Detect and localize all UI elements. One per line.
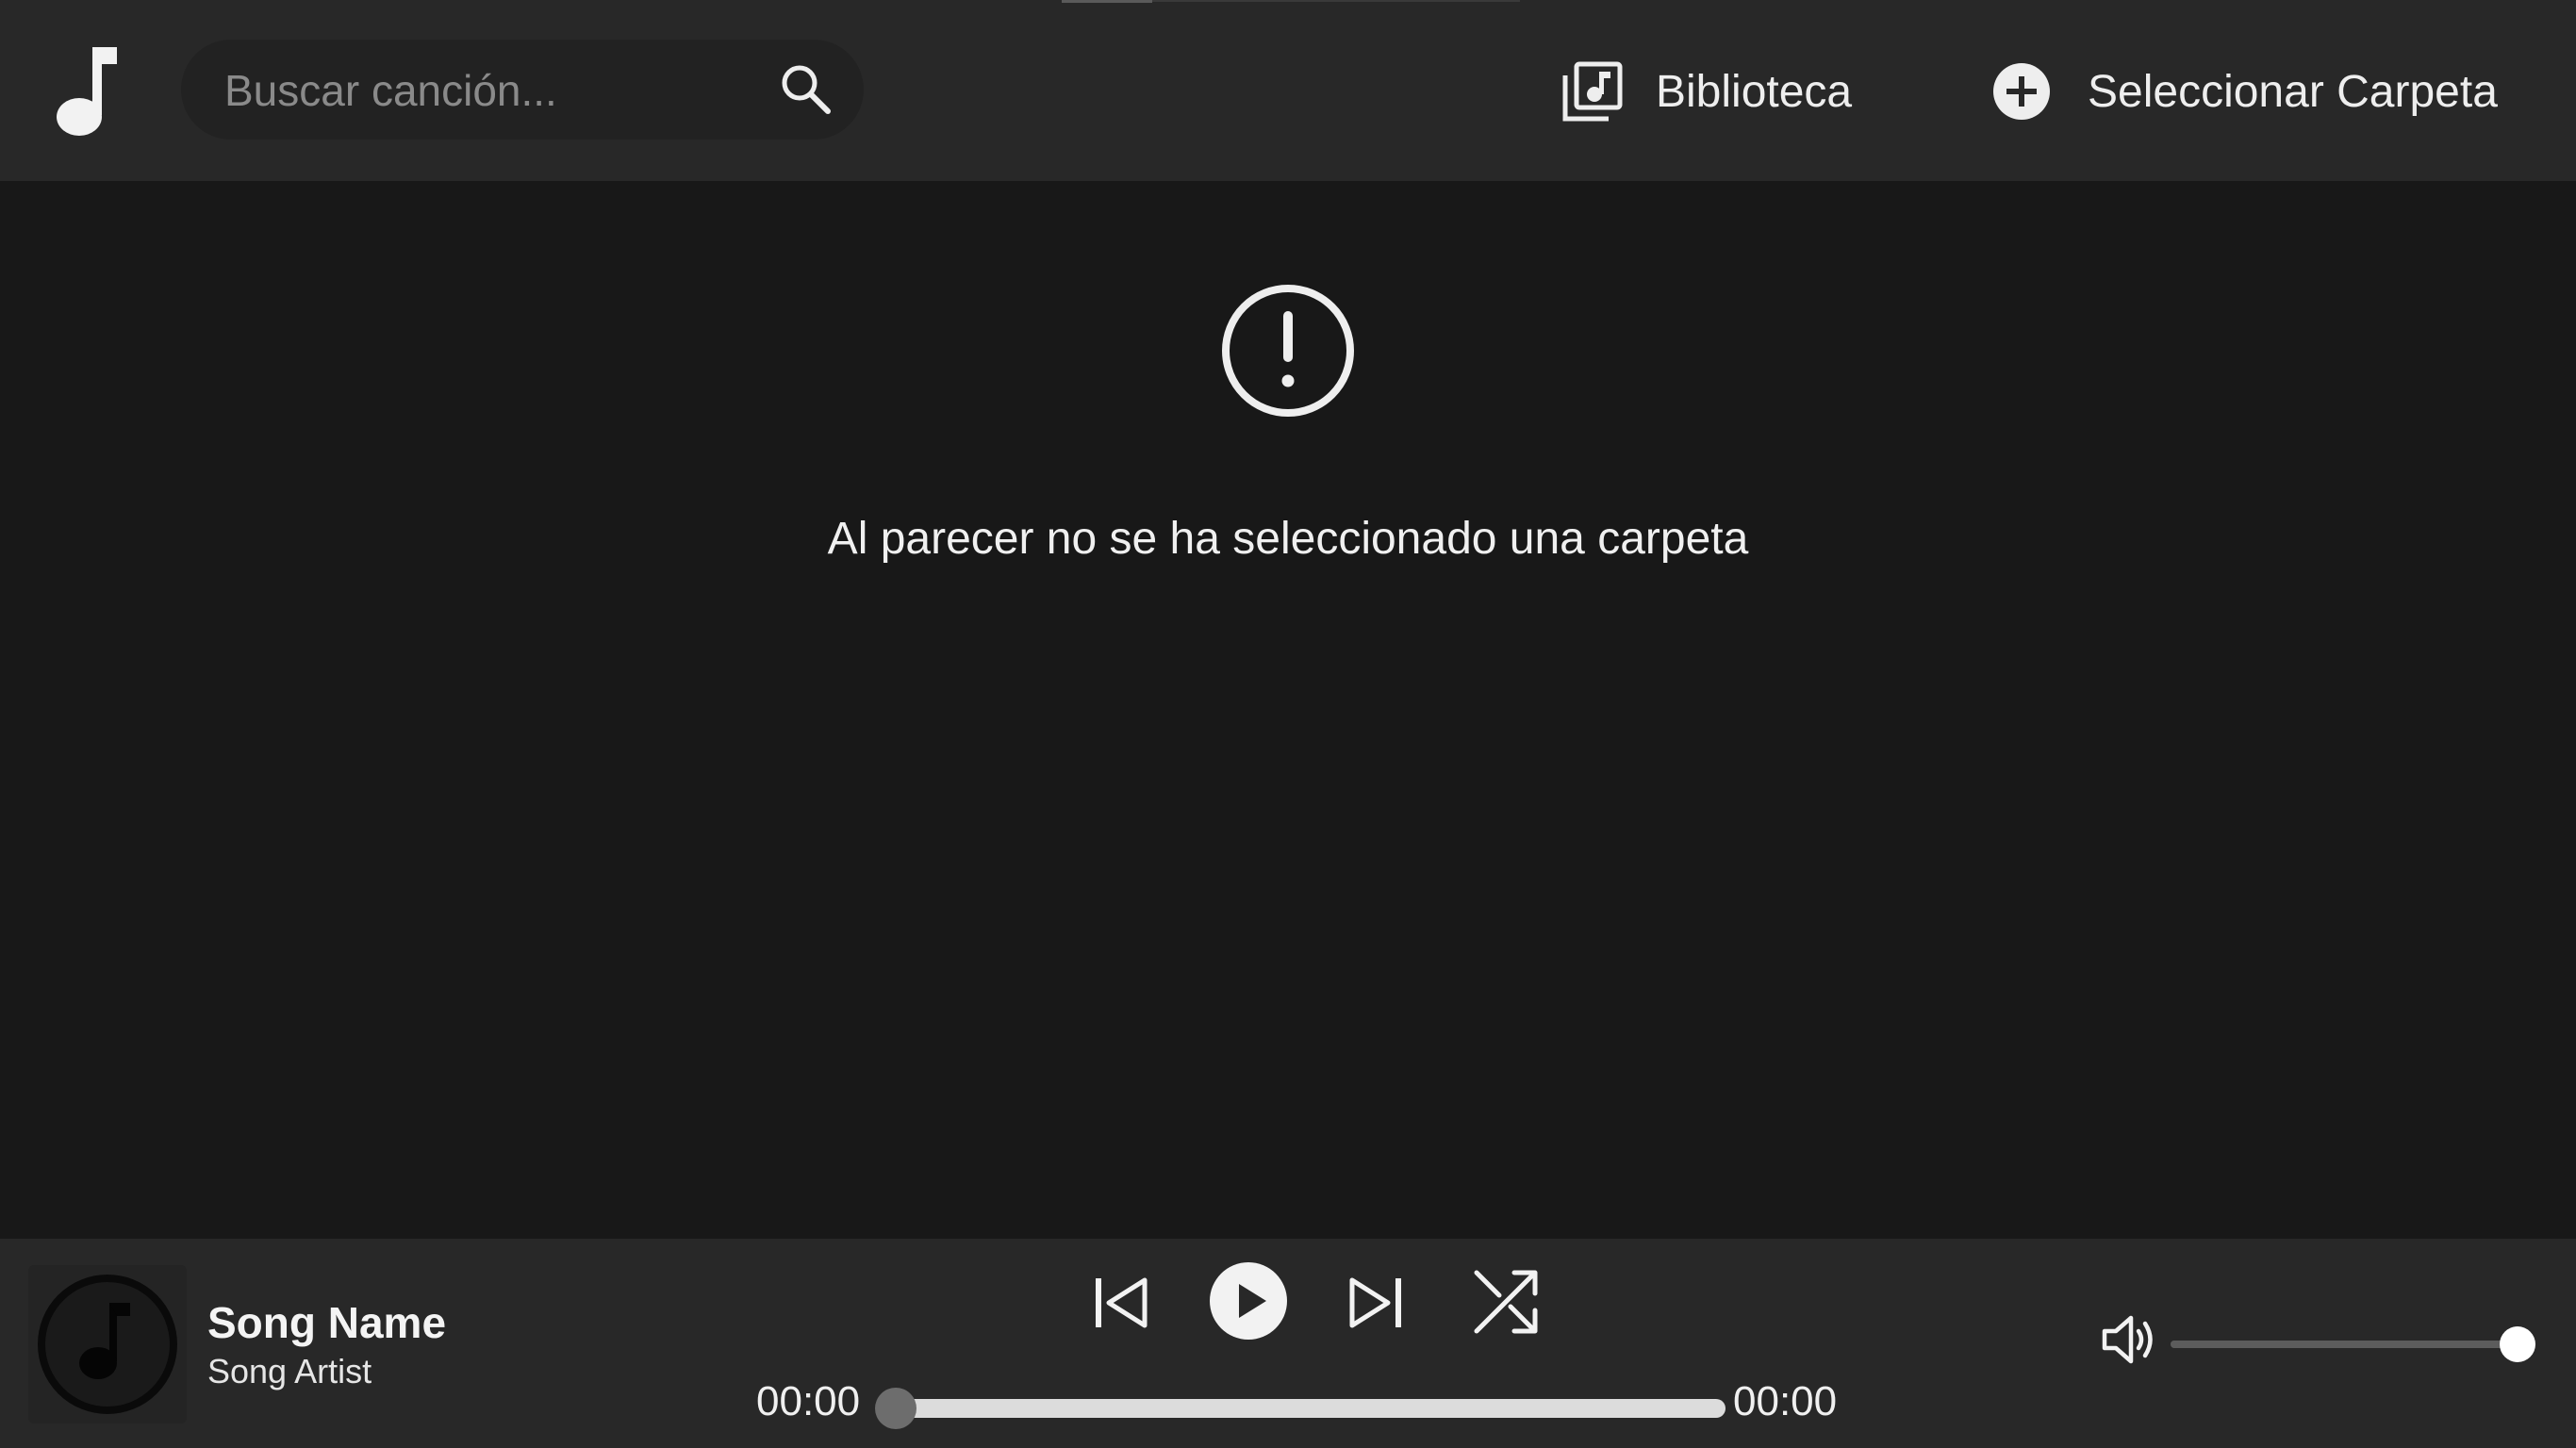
progress-slider[interactable] <box>875 1388 1726 1429</box>
play-button[interactable] <box>1209 1261 1288 1341</box>
skip-next-icon[interactable] <box>1345 1271 1409 1335</box>
window-drag-indicator-track <box>1152 0 1520 2</box>
alert-circle-icon <box>1222 285 1354 417</box>
player-bar: Song Name Song Artist 00:00 00:00 <box>0 1239 2576 1448</box>
volume-icon[interactable] <box>2099 1310 2157 1369</box>
search-input[interactable] <box>223 40 754 141</box>
select-folder-label: Seleccionar Carpeta <box>2088 66 2498 117</box>
volume-slider[interactable] <box>2171 1326 2535 1362</box>
volume-fill <box>2171 1341 2518 1348</box>
song-name: Song Name <box>207 1298 447 1347</box>
volume-thumb[interactable] <box>2500 1326 2535 1362</box>
plus-circle-icon <box>1993 63 2050 120</box>
progress-thumb[interactable] <box>875 1388 916 1429</box>
main-content: Al parecer no se ha seleccionado una car… <box>0 181 2576 1239</box>
music-disc-icon <box>38 1275 177 1414</box>
shuffle-icon[interactable] <box>1471 1267 1541 1337</box>
current-time: 00:00 <box>756 1378 861 1424</box>
select-folder-button[interactable]: Seleccionar Carpeta <box>1991 53 2498 130</box>
music-library-icon <box>1562 61 1623 122</box>
search-box <box>181 40 864 141</box>
skip-previous-icon[interactable] <box>1088 1271 1152 1335</box>
album-cover <box>28 1265 187 1423</box>
song-artist: Song Artist <box>207 1352 372 1390</box>
empty-state-message: Al parecer no se ha seleccionado una car… <box>827 514 1749 564</box>
library-button[interactable]: Biblioteca <box>1561 53 1852 130</box>
library-label: Biblioteca <box>1656 66 1853 117</box>
music-note-icon[interactable] <box>53 43 119 138</box>
total-time: 00:00 <box>1733 1378 1838 1424</box>
window-drag-indicator <box>1062 0 1152 3</box>
top-bar: Biblioteca Seleccionar Carpeta <box>0 0 2576 181</box>
search-icon[interactable] <box>777 60 834 117</box>
